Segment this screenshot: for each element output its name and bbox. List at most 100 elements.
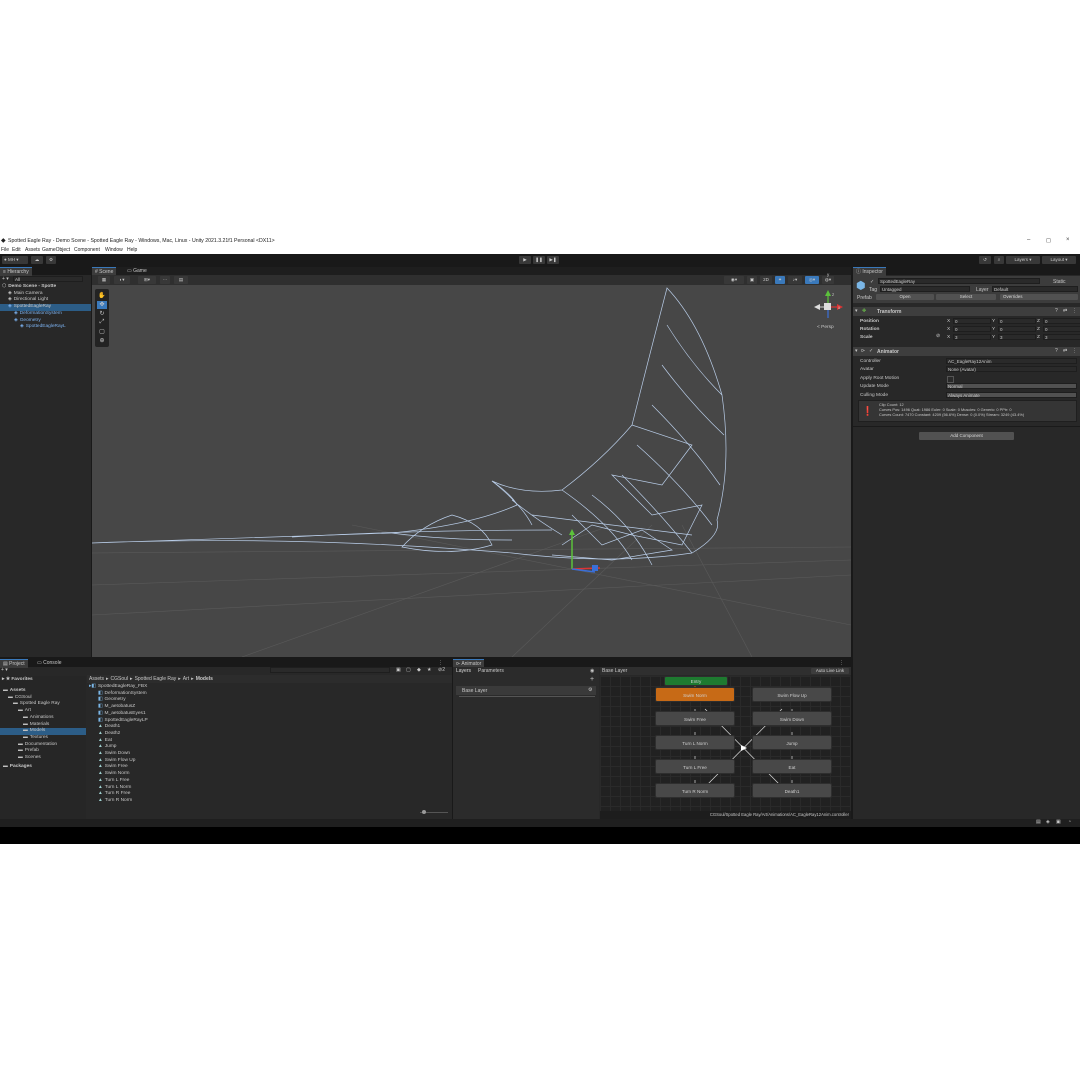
context-menu-icon[interactable]: ⋮ bbox=[1072, 308, 1077, 314]
asset-list-item[interactable]: ▲ Swim Down bbox=[87, 751, 452, 758]
animator-field-value-box[interactable]: Always Animate bbox=[946, 391, 1077, 398]
asset-list-item[interactable]: ▲ Turn L Free bbox=[87, 778, 452, 785]
animator-header[interactable]: ▾ ⊳ ✓ Animator ? ⇄ ⋮ bbox=[853, 347, 1080, 356]
asset-list-item[interactable]: ◧ Geometry bbox=[87, 697, 452, 704]
auto-live-link-button[interactable]: Auto Live Link bbox=[811, 668, 849, 674]
zoom-slider[interactable] bbox=[420, 810, 448, 814]
state-node[interactable]: Swim Norm bbox=[655, 687, 735, 702]
layer-breadcrumb[interactable]: Base Layer bbox=[602, 668, 627, 674]
transform-z-field[interactable]: 3 bbox=[1043, 334, 1080, 340]
menu-gameobject[interactable]: GameObject bbox=[42, 247, 70, 253]
tag-icon[interactable]: ◆ bbox=[417, 667, 421, 673]
breadcrumb-item[interactable]: Art bbox=[183, 676, 189, 682]
hierarchy-item[interactable]: ◈ DeformationSystem bbox=[0, 311, 91, 318]
transform-x-field[interactable]: 0 bbox=[953, 326, 991, 332]
history-button[interactable]: ↺ bbox=[979, 256, 991, 264]
transform-z-field[interactable]: 0 bbox=[1043, 326, 1080, 332]
state-node[interactable]: Swim Flow Up bbox=[752, 687, 832, 702]
menu-file[interactable]: File bbox=[1, 247, 9, 253]
breadcrumb-item[interactable]: Spotted Eagle Ray bbox=[135, 676, 177, 682]
2d-button[interactable]: 2D bbox=[760, 276, 772, 284]
tab-parameters[interactable]: Parameters bbox=[478, 668, 504, 674]
maximize-icon[interactable]: ◻ bbox=[1046, 237, 1051, 244]
folder-tree-item[interactable]: ▬ Spotted Eagle Ray bbox=[0, 701, 86, 708]
state-node[interactable]: Turn L Norm bbox=[655, 735, 735, 750]
tab-layers[interactable]: Layers bbox=[456, 668, 471, 674]
folder-tree-item[interactable]: ▬ Art bbox=[0, 708, 86, 715]
layers-dropdown[interactable]: Layers ▾ bbox=[1006, 256, 1040, 264]
asset-list-item[interactable]: ▲ Swim Flow Up bbox=[87, 758, 452, 765]
state-node[interactable]: Swim Down bbox=[752, 711, 832, 726]
zoom-slider-thumb[interactable] bbox=[422, 810, 426, 814]
animator-enabled-checkbox[interactable]: ✓ bbox=[869, 348, 873, 354]
static-toggle[interactable]: Static bbox=[1053, 279, 1066, 285]
help-icon[interactable]: ? bbox=[1055, 308, 1058, 314]
transform-header[interactable]: ▾ ✥ Transform ? ⇄ ⋮ bbox=[853, 307, 1080, 316]
transform-y-field[interactable]: 3 bbox=[998, 334, 1036, 340]
apply-root-motion-checkbox[interactable] bbox=[947, 375, 954, 383]
y-axis-arrow[interactable] bbox=[569, 529, 575, 535]
state-node[interactable]: Swim Free bbox=[655, 711, 735, 726]
search-button[interactable]: ⌕ bbox=[994, 256, 1004, 264]
asset-list-item[interactable]: ▲ Swim Norm bbox=[87, 771, 452, 778]
transform-y-field[interactable]: 0 bbox=[998, 326, 1036, 332]
breadcrumb-item[interactable]: CGSoul bbox=[111, 676, 129, 682]
asset-list-item[interactable]: ▲ Death2 bbox=[87, 731, 452, 738]
add-icon[interactable]: + ▾ bbox=[2, 276, 9, 282]
menu-edit[interactable]: Edit bbox=[12, 247, 21, 253]
tab-hierarchy[interactable]: ≡ Hierarchy bbox=[0, 267, 32, 276]
base-layer-row[interactable]: Base Layer ⚙ bbox=[456, 686, 596, 695]
asset-list-item[interactable]: ▲ Turn R Norm bbox=[87, 798, 452, 805]
panel-menu-icon[interactable]: ⋮ bbox=[839, 660, 844, 666]
asset-list-item[interactable]: ▲ Turn L Norm bbox=[87, 785, 452, 792]
shading-button[interactable]: ◐▾ bbox=[114, 276, 130, 284]
animator-field-value-box[interactable]: None (Avatar) bbox=[946, 366, 1077, 373]
layer-dropdown[interactable]: Default bbox=[992, 286, 1078, 292]
asset-list-item[interactable]: ◧ M_aetobatusZ bbox=[87, 704, 452, 711]
state-node[interactable]: Turn R Norm bbox=[655, 783, 735, 798]
lock-icon[interactable]: ⋮ bbox=[438, 660, 443, 666]
hidden-count[interactable]: ⊘2 bbox=[438, 667, 445, 673]
scene-viewport[interactable] bbox=[92, 285, 851, 657]
close-icon[interactable]: × bbox=[1066, 237, 1070, 243]
effects-toggle[interactable]: ◎▾ bbox=[805, 276, 819, 284]
add-layer-icon[interactable]: + bbox=[590, 676, 594, 683]
folder-tree-item[interactable]: ▬ Textures bbox=[0, 735, 86, 742]
scene-visibility-button[interactable]: ◉▾ bbox=[724, 276, 744, 284]
gizmos-toggle[interactable]: ◍▾ bbox=[822, 276, 834, 284]
asset-list-item[interactable]: ▲ Eat bbox=[87, 738, 452, 745]
tag-dropdown[interactable]: Untagged bbox=[880, 286, 970, 292]
draw-mode-button[interactable]: ▦ bbox=[98, 276, 110, 284]
hierarchy-item[interactable]: ⬡ Demo Scene - Spotte bbox=[0, 284, 91, 291]
folder-tree-item[interactable]: ▬ Documentation bbox=[0, 742, 86, 749]
play-button[interactable]: ▶ bbox=[519, 256, 531, 264]
search-type-icon[interactable]: ▣ bbox=[396, 667, 401, 673]
breadcrumb-item[interactable]: Models bbox=[196, 676, 213, 682]
asset-list-item[interactable]: ▲ Death1 bbox=[87, 724, 452, 731]
transform-x-field[interactable]: 0 bbox=[953, 318, 991, 324]
menu-assets[interactable]: Assets bbox=[25, 247, 40, 253]
state-node[interactable]: Eat bbox=[752, 759, 832, 774]
cache-icon[interactable]: ▤ bbox=[1036, 819, 1041, 825]
account-button[interactable]: ● MH ▾ bbox=[2, 256, 28, 264]
prefab-select-button[interactable]: Select bbox=[936, 294, 996, 300]
rotate-snap-button[interactable]: ▤ bbox=[174, 276, 188, 284]
project-search-input[interactable] bbox=[270, 667, 390, 673]
lighting-toggle[interactable]: ✦ bbox=[775, 276, 785, 284]
state-node[interactable]: Turn L Free bbox=[655, 759, 735, 774]
asset-list-item[interactable]: ◧ DeformationSystem bbox=[87, 691, 452, 698]
folder-tree-item[interactable]: ▬ Scenes bbox=[0, 755, 86, 762]
pause-button[interactable]: ❚❚ bbox=[533, 256, 545, 264]
persp-label[interactable]: < Persp bbox=[817, 325, 834, 330]
hierarchy-item[interactable]: ◈ SpottedEagleRay bbox=[0, 304, 91, 311]
constrain-proportions-icon[interactable]: ⊘ bbox=[936, 334, 940, 339]
entry-state[interactable]: Entry bbox=[664, 676, 728, 686]
asset-list-item[interactable]: ▲ Swim Free bbox=[87, 764, 452, 771]
debug-icon[interactable]: ▣ bbox=[1056, 819, 1061, 825]
active-checkbox[interactable]: ✓ bbox=[870, 279, 874, 285]
tab-game[interactable]: ▭ Game bbox=[124, 267, 150, 275]
snap-button[interactable]: ⊞▾ bbox=[138, 276, 156, 284]
audio-toggle[interactable]: ♪▾ bbox=[788, 276, 802, 284]
folder-tree-item[interactable]: ▬ Animations bbox=[0, 715, 86, 722]
menu-component[interactable]: Component bbox=[74, 247, 100, 253]
